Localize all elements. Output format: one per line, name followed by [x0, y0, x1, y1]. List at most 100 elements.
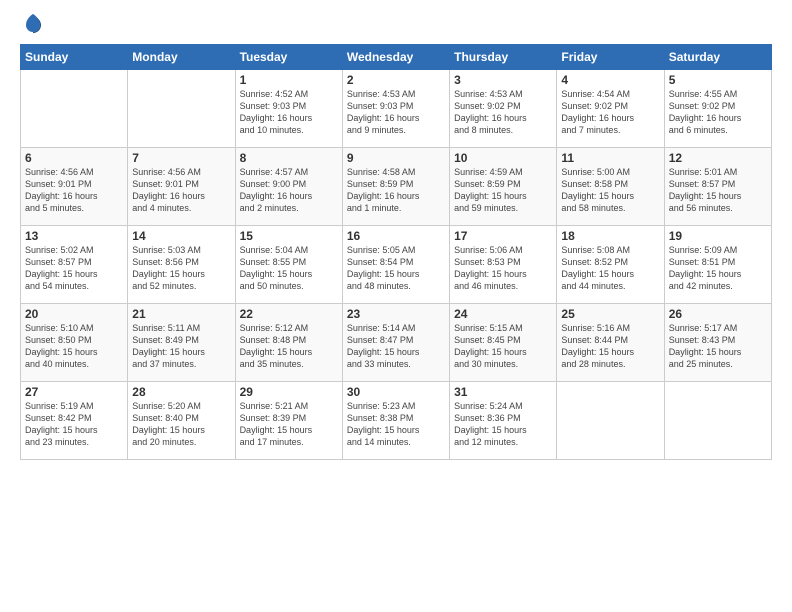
day-info: Sunrise: 5:06 AM Sunset: 8:53 PM Dayligh…: [454, 244, 552, 293]
day-info: Sunrise: 4:56 AM Sunset: 9:01 PM Dayligh…: [132, 166, 230, 215]
day-number: 14: [132, 229, 230, 243]
day-number: 11: [561, 151, 659, 165]
day-number: 31: [454, 385, 552, 399]
day-info: Sunrise: 4:52 AM Sunset: 9:03 PM Dayligh…: [240, 88, 338, 137]
day-number: 12: [669, 151, 767, 165]
day-info: Sunrise: 5:09 AM Sunset: 8:51 PM Dayligh…: [669, 244, 767, 293]
day-info: Sunrise: 4:53 AM Sunset: 9:03 PM Dayligh…: [347, 88, 445, 137]
calendar-cell: 29Sunrise: 5:21 AM Sunset: 8:39 PM Dayli…: [235, 382, 342, 460]
calendar-cell: [128, 70, 235, 148]
day-number: 8: [240, 151, 338, 165]
day-info: Sunrise: 5:08 AM Sunset: 8:52 PM Dayligh…: [561, 244, 659, 293]
day-number: 26: [669, 307, 767, 321]
day-info: Sunrise: 5:02 AM Sunset: 8:57 PM Dayligh…: [25, 244, 123, 293]
calendar-cell: 18Sunrise: 5:08 AM Sunset: 8:52 PM Dayli…: [557, 226, 664, 304]
calendar-cell: 8Sunrise: 4:57 AM Sunset: 9:00 PM Daylig…: [235, 148, 342, 226]
day-info: Sunrise: 5:10 AM Sunset: 8:50 PM Dayligh…: [25, 322, 123, 371]
day-info: Sunrise: 5:15 AM Sunset: 8:45 PM Dayligh…: [454, 322, 552, 371]
day-number: 30: [347, 385, 445, 399]
day-info: Sunrise: 5:23 AM Sunset: 8:38 PM Dayligh…: [347, 400, 445, 449]
day-header-friday: Friday: [557, 45, 664, 70]
day-info: Sunrise: 5:16 AM Sunset: 8:44 PM Dayligh…: [561, 322, 659, 371]
day-info: Sunrise: 5:00 AM Sunset: 8:58 PM Dayligh…: [561, 166, 659, 215]
day-info: Sunrise: 5:19 AM Sunset: 8:42 PM Dayligh…: [25, 400, 123, 449]
calendar-cell: 24Sunrise: 5:15 AM Sunset: 8:45 PM Dayli…: [450, 304, 557, 382]
day-info: Sunrise: 5:14 AM Sunset: 8:47 PM Dayligh…: [347, 322, 445, 371]
day-number: 5: [669, 73, 767, 87]
day-info: Sunrise: 5:04 AM Sunset: 8:55 PM Dayligh…: [240, 244, 338, 293]
calendar-cell: [557, 382, 664, 460]
day-info: Sunrise: 5:17 AM Sunset: 8:43 PM Dayligh…: [669, 322, 767, 371]
day-number: 6: [25, 151, 123, 165]
day-number: 16: [347, 229, 445, 243]
day-info: Sunrise: 4:57 AM Sunset: 9:00 PM Dayligh…: [240, 166, 338, 215]
day-number: 29: [240, 385, 338, 399]
day-number: 3: [454, 73, 552, 87]
calendar-cell: 26Sunrise: 5:17 AM Sunset: 8:43 PM Dayli…: [664, 304, 771, 382]
day-number: 25: [561, 307, 659, 321]
calendar-cell: 14Sunrise: 5:03 AM Sunset: 8:56 PM Dayli…: [128, 226, 235, 304]
week-row-1: 1Sunrise: 4:52 AM Sunset: 9:03 PM Daylig…: [21, 70, 772, 148]
calendar-cell: 6Sunrise: 4:56 AM Sunset: 9:01 PM Daylig…: [21, 148, 128, 226]
day-number: 28: [132, 385, 230, 399]
week-row-5: 27Sunrise: 5:19 AM Sunset: 8:42 PM Dayli…: [21, 382, 772, 460]
calendar-cell: 2Sunrise: 4:53 AM Sunset: 9:03 PM Daylig…: [342, 70, 449, 148]
calendar-cell: 13Sunrise: 5:02 AM Sunset: 8:57 PM Dayli…: [21, 226, 128, 304]
day-number: 21: [132, 307, 230, 321]
day-info: Sunrise: 4:54 AM Sunset: 9:02 PM Dayligh…: [561, 88, 659, 137]
day-number: 23: [347, 307, 445, 321]
day-info: Sunrise: 4:53 AM Sunset: 9:02 PM Dayligh…: [454, 88, 552, 137]
day-number: 1: [240, 73, 338, 87]
calendar-cell: [21, 70, 128, 148]
day-number: 4: [561, 73, 659, 87]
calendar-cell: 5Sunrise: 4:55 AM Sunset: 9:02 PM Daylig…: [664, 70, 771, 148]
calendar-cell: 15Sunrise: 5:04 AM Sunset: 8:55 PM Dayli…: [235, 226, 342, 304]
week-row-3: 13Sunrise: 5:02 AM Sunset: 8:57 PM Dayli…: [21, 226, 772, 304]
calendar-header-row: SundayMondayTuesdayWednesdayThursdayFrid…: [21, 45, 772, 70]
day-number: 10: [454, 151, 552, 165]
day-number: 13: [25, 229, 123, 243]
calendar-table: SundayMondayTuesdayWednesdayThursdayFrid…: [20, 44, 772, 460]
logo-icon: [22, 12, 44, 34]
day-info: Sunrise: 5:11 AM Sunset: 8:49 PM Dayligh…: [132, 322, 230, 371]
day-number: 24: [454, 307, 552, 321]
day-number: 20: [25, 307, 123, 321]
calendar-cell: 22Sunrise: 5:12 AM Sunset: 8:48 PM Dayli…: [235, 304, 342, 382]
calendar-cell: 25Sunrise: 5:16 AM Sunset: 8:44 PM Dayli…: [557, 304, 664, 382]
day-info: Sunrise: 4:58 AM Sunset: 8:59 PM Dayligh…: [347, 166, 445, 215]
calendar-cell: 23Sunrise: 5:14 AM Sunset: 8:47 PM Dayli…: [342, 304, 449, 382]
day-info: Sunrise: 4:55 AM Sunset: 9:02 PM Dayligh…: [669, 88, 767, 137]
day-header-sunday: Sunday: [21, 45, 128, 70]
calendar-cell: 7Sunrise: 4:56 AM Sunset: 9:01 PM Daylig…: [128, 148, 235, 226]
calendar-cell: 20Sunrise: 5:10 AM Sunset: 8:50 PM Dayli…: [21, 304, 128, 382]
header: [20, 16, 772, 34]
day-header-saturday: Saturday: [664, 45, 771, 70]
day-number: 7: [132, 151, 230, 165]
calendar-cell: 27Sunrise: 5:19 AM Sunset: 8:42 PM Dayli…: [21, 382, 128, 460]
day-info: Sunrise: 5:03 AM Sunset: 8:56 PM Dayligh…: [132, 244, 230, 293]
calendar-page: SundayMondayTuesdayWednesdayThursdayFrid…: [0, 0, 792, 612]
day-number: 18: [561, 229, 659, 243]
day-info: Sunrise: 4:56 AM Sunset: 9:01 PM Dayligh…: [25, 166, 123, 215]
day-number: 2: [347, 73, 445, 87]
calendar-cell: 30Sunrise: 5:23 AM Sunset: 8:38 PM Dayli…: [342, 382, 449, 460]
calendar-cell: 9Sunrise: 4:58 AM Sunset: 8:59 PM Daylig…: [342, 148, 449, 226]
day-number: 27: [25, 385, 123, 399]
day-number: 19: [669, 229, 767, 243]
day-number: 17: [454, 229, 552, 243]
calendar-cell: 28Sunrise: 5:20 AM Sunset: 8:40 PM Dayli…: [128, 382, 235, 460]
day-number: 9: [347, 151, 445, 165]
day-info: Sunrise: 5:05 AM Sunset: 8:54 PM Dayligh…: [347, 244, 445, 293]
day-header-wednesday: Wednesday: [342, 45, 449, 70]
calendar-cell: 12Sunrise: 5:01 AM Sunset: 8:57 PM Dayli…: [664, 148, 771, 226]
day-info: Sunrise: 5:24 AM Sunset: 8:36 PM Dayligh…: [454, 400, 552, 449]
day-header-tuesday: Tuesday: [235, 45, 342, 70]
calendar-cell: 11Sunrise: 5:00 AM Sunset: 8:58 PM Dayli…: [557, 148, 664, 226]
week-row-2: 6Sunrise: 4:56 AM Sunset: 9:01 PM Daylig…: [21, 148, 772, 226]
day-header-monday: Monday: [128, 45, 235, 70]
calendar-cell: 31Sunrise: 5:24 AM Sunset: 8:36 PM Dayli…: [450, 382, 557, 460]
week-row-4: 20Sunrise: 5:10 AM Sunset: 8:50 PM Dayli…: [21, 304, 772, 382]
day-info: Sunrise: 5:20 AM Sunset: 8:40 PM Dayligh…: [132, 400, 230, 449]
calendar-cell: [664, 382, 771, 460]
calendar-cell: 17Sunrise: 5:06 AM Sunset: 8:53 PM Dayli…: [450, 226, 557, 304]
